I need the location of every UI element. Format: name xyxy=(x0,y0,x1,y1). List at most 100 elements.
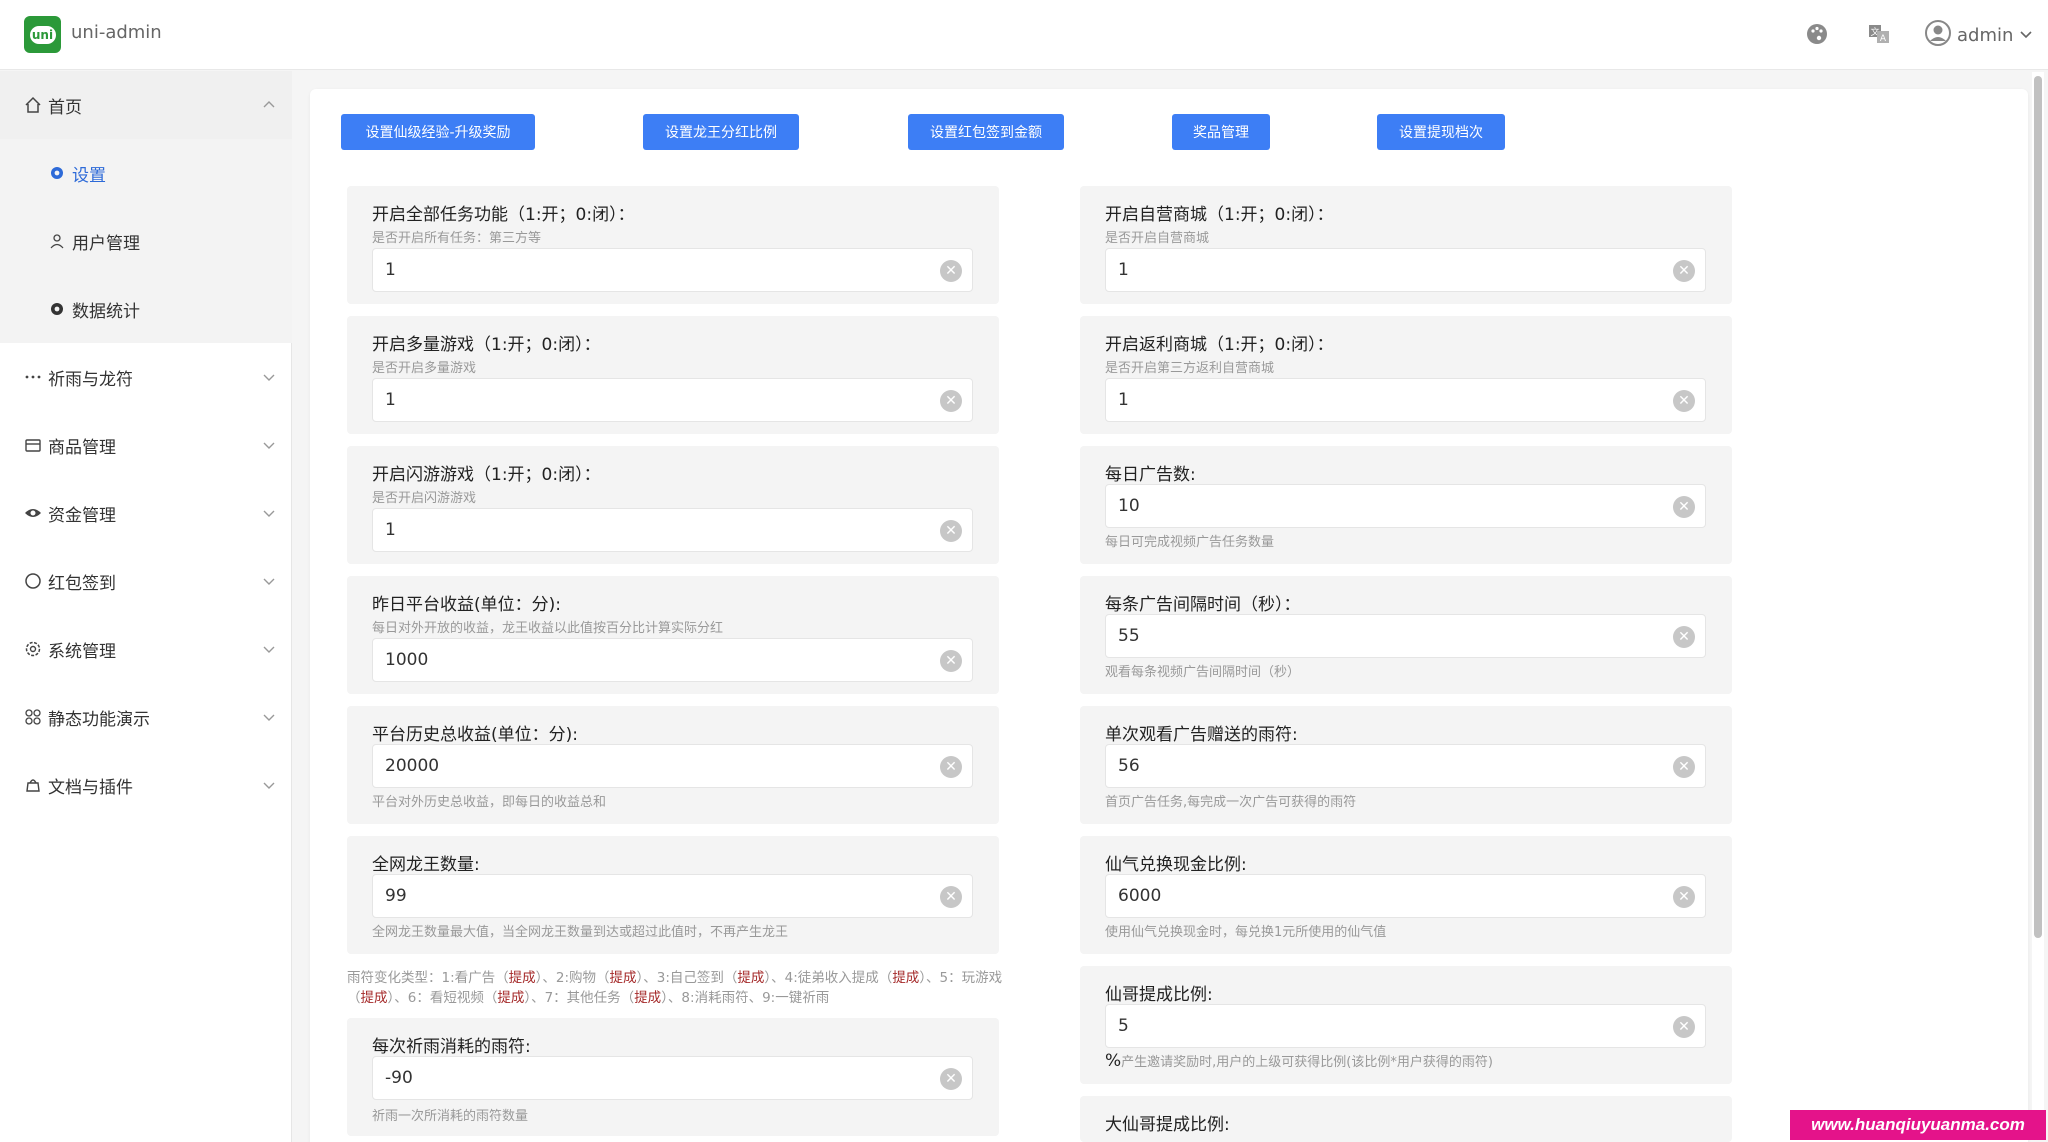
clear-icon[interactable]: ✕ xyxy=(1673,756,1695,778)
sidebar-item-rain[interactable]: 祈雨与龙符 xyxy=(0,343,292,411)
clear-icon[interactable]: ✕ xyxy=(1673,886,1695,908)
clear-icon[interactable]: ✕ xyxy=(940,520,962,542)
sidebar-item-docs[interactable]: 文档与插件 xyxy=(0,751,292,819)
clear-icon[interactable]: ✕ xyxy=(940,650,962,672)
field-title: 昨日平台收益(单位：分): xyxy=(372,595,561,615)
field-multi-game: 开启多量游戏（1:开；0:闭）： 是否开启多量游戏 1 ✕ xyxy=(347,316,999,434)
clear-icon[interactable]: ✕ xyxy=(940,886,962,908)
eye-icon xyxy=(24,504,42,522)
logo-text: uni xyxy=(29,25,56,44)
clear-icon[interactable]: ✕ xyxy=(940,756,962,778)
field-desc: 使用仙气兑换现金时，每兑换1元所使用的仙气值 xyxy=(1105,925,1387,940)
field-desc: 首页广告任务,每完成一次广告可获得的雨符 xyxy=(1105,795,1357,810)
clear-icon[interactable]: ✕ xyxy=(940,390,962,412)
sidebar-item-label: 用户管理 xyxy=(72,233,140,254)
daily-ads-input[interactable]: 10 ✕ xyxy=(1105,484,1706,528)
clear-icon[interactable]: ✕ xyxy=(940,1068,962,1090)
scrollbar-thumb[interactable] xyxy=(2034,76,2042,938)
prize-manage-button[interactable]: 奖品管理 xyxy=(1172,114,1270,150)
field-desc: 是否开启多量游戏 xyxy=(372,361,477,376)
multi-game-input[interactable]: 1 ✕ xyxy=(372,378,973,422)
field-title: 仙气兑换现金比例: xyxy=(1105,855,1247,875)
field-flash-game: 开启闪游游戏（1:开；0:闭）： 是否开启闪游游戏 1 ✕ xyxy=(347,446,999,564)
user-menu[interactable]: admin xyxy=(1925,20,2033,51)
chevron-down-icon xyxy=(262,778,276,792)
ad-interval-input[interactable]: 55 ✕ xyxy=(1105,614,1706,658)
input-value: 1 xyxy=(385,260,396,280)
sidebar-item-funds[interactable]: 资金管理 xyxy=(0,479,292,547)
dragon-dividend-button[interactable]: 设置龙王分红比例 xyxy=(643,114,799,150)
sidebar-item-label: 祈雨与龙符 xyxy=(48,369,133,390)
avatar-icon xyxy=(1925,20,1951,51)
gear-icon xyxy=(48,300,66,318)
yesterday-income-input[interactable]: 1000 ✕ xyxy=(372,638,973,682)
app-title[interactable]: uni-admin xyxy=(71,22,162,43)
clear-icon[interactable]: ✕ xyxy=(1673,496,1695,518)
home-icon xyxy=(24,96,42,114)
sidebar-item-goods[interactable]: 商品管理 xyxy=(0,411,292,479)
field-title: 开启自营商城（1:开；0:闭）： xyxy=(1105,205,1334,225)
clear-icon[interactable]: ✕ xyxy=(1673,626,1695,648)
chevron-down-icon xyxy=(262,642,276,656)
field-title: 大仙哥提成比例: xyxy=(1105,1115,1230,1135)
svg-text:A: A xyxy=(1880,34,1887,44)
sidebar-item-home[interactable]: 首页 设置 用户管理 数据统计 xyxy=(0,71,292,343)
sidebar-item-stats[interactable]: 数据统计 xyxy=(0,275,292,343)
all-tasks-input[interactable]: 1 ✕ xyxy=(372,248,973,292)
sidebar-item-demo[interactable]: 静态功能演示 xyxy=(0,683,292,751)
chevron-down-icon xyxy=(262,506,276,520)
field-title: 仙哥提成比例: xyxy=(1105,985,1213,1005)
xiange-ratio-input[interactable]: 5 ✕ xyxy=(1105,1004,1706,1048)
translate-icon[interactable]: 文A xyxy=(1867,22,1891,46)
rebate-mall-input[interactable]: 1 ✕ xyxy=(1105,378,1706,422)
self-mall-input[interactable]: 1 ✕ xyxy=(1105,248,1706,292)
input-value: 20000 xyxy=(385,756,440,776)
sidebar: 首页 设置 用户管理 数据统计 祈雨与龙符 商品管理 资金管理 红包签到 系统管… xyxy=(0,71,292,1142)
circle-icon xyxy=(24,572,42,590)
sidebar-item-settings[interactable]: 设置 xyxy=(0,139,292,207)
field-desc: 是否开启所有任务：第三方等 xyxy=(372,231,542,246)
input-value: 1000 xyxy=(385,650,429,670)
sidebar-item-system[interactable]: 系统管理 xyxy=(0,615,292,683)
field-desc: 是否开启第三方返利自营商城 xyxy=(1105,361,1275,376)
field-title: 平台历史总收益(单位：分): xyxy=(372,725,578,745)
top-bar: uni uni-admin 文A admin xyxy=(0,0,2048,70)
input-value: 5 xyxy=(1118,1016,1129,1036)
field-ad-reward: 单次观看广告赠送的雨符: 56 ✕ 首页广告任务,每完成一次广告可获得的雨符 xyxy=(1080,706,1732,824)
chevron-up-icon xyxy=(262,98,276,112)
sidebar-item-label: 静态功能演示 xyxy=(48,709,150,730)
chevron-down-icon xyxy=(262,438,276,452)
field-desc: 是否开启闪游游戏 xyxy=(372,491,477,506)
exchange-ratio-input[interactable]: 6000 ✕ xyxy=(1105,874,1706,918)
grid-icon xyxy=(24,708,42,726)
redpacket-amount-button[interactable]: 设置红包签到金额 xyxy=(908,114,1064,150)
gear-icon xyxy=(24,640,42,658)
dragon-count-input[interactable]: 99 ✕ xyxy=(372,874,973,918)
watermark: www.huanqiuyuanma.com xyxy=(1790,1110,2046,1140)
field-desc: 全网龙王数量最大值，当全网龙王数量到达或超过此值时，不再产生龙王 xyxy=(372,925,789,940)
clear-icon[interactable]: ✕ xyxy=(1673,1016,1695,1038)
flash-game-input[interactable]: 1 ✕ xyxy=(372,508,973,552)
gear-icon xyxy=(48,164,66,182)
input-value: 99 xyxy=(385,886,407,906)
clear-icon[interactable]: ✕ xyxy=(1673,390,1695,412)
field-desc: 每日对外开放的收益，龙王收益以此值按百分比计算实际分红 xyxy=(372,621,724,636)
input-value: 10 xyxy=(1118,496,1140,516)
sidebar-item-users[interactable]: 用户管理 xyxy=(0,207,292,275)
chevron-down-icon xyxy=(262,370,276,384)
rain-cost-input[interactable]: -90 ✕ xyxy=(372,1056,973,1100)
chevron-down-icon xyxy=(262,710,276,724)
palette-icon[interactable] xyxy=(1805,22,1829,46)
field-desc: 祈雨一次所消耗的雨符数量 xyxy=(372,1109,529,1124)
total-income-input[interactable]: 20000 ✕ xyxy=(372,744,973,788)
app-logo[interactable]: uni xyxy=(24,16,61,53)
withdraw-level-button[interactable]: 设置提现档次 xyxy=(1377,114,1505,150)
xianji-reward-button[interactable]: 设置仙级经验-升级奖励 xyxy=(341,114,535,150)
ad-reward-input[interactable]: 56 ✕ xyxy=(1105,744,1706,788)
sidebar-item-label: 系统管理 xyxy=(48,641,116,662)
field-exchange-ratio: 仙气兑换现金比例: 6000 ✕ 使用仙气兑换现金时，每兑换1元所使用的仙气值 xyxy=(1080,836,1732,954)
clear-icon[interactable]: ✕ xyxy=(1673,260,1695,282)
clear-icon[interactable]: ✕ xyxy=(940,260,962,282)
sidebar-item-redpacket[interactable]: 红包签到 xyxy=(0,547,292,615)
submenu-home: 设置 用户管理 数据统计 xyxy=(0,139,292,343)
